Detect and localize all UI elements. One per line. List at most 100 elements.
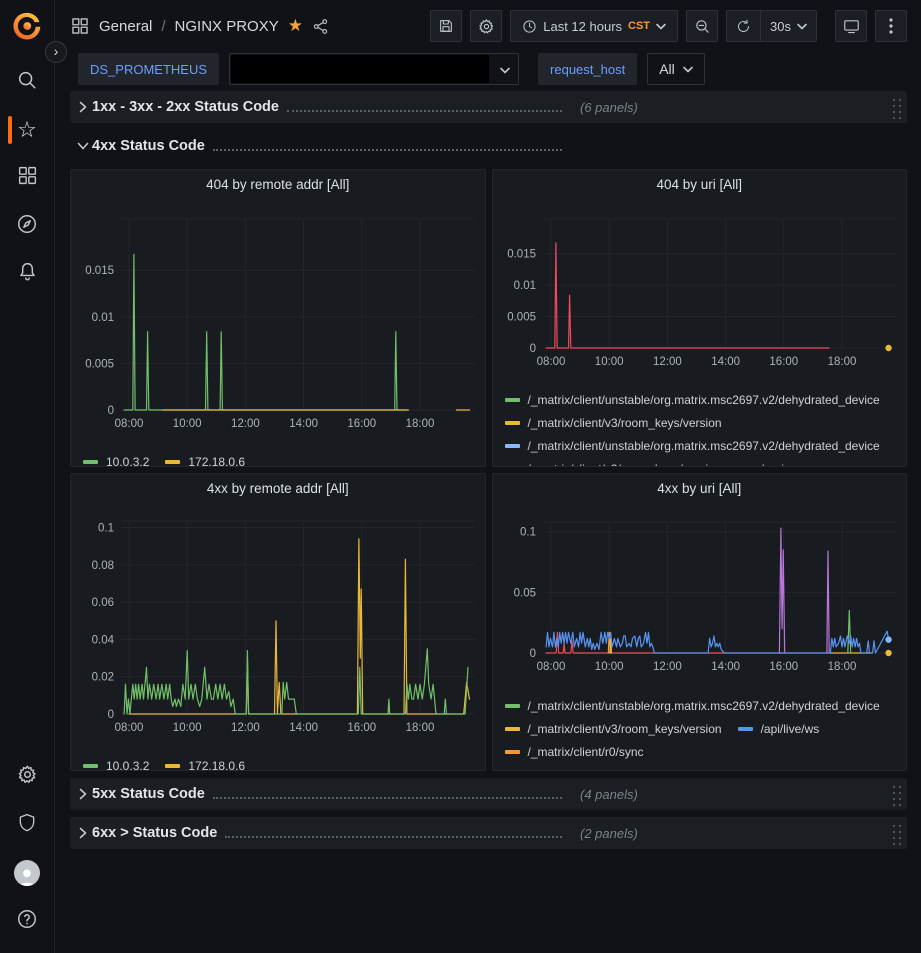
compass-icon: [16, 213, 38, 240]
sidebar-item-profile[interactable]: [0, 849, 55, 897]
more-options-button[interactable]: [875, 10, 907, 42]
sidebar-item-explore[interactable]: [0, 202, 55, 250]
favorite-star-icon[interactable]: ★: [288, 16, 303, 36]
legend-item[interactable]: /_matrix/client/v3/room_keys/version: [505, 717, 722, 740]
chevron-down-icon: [683, 66, 693, 73]
sidebar-item-dashboards[interactable]: [0, 154, 55, 202]
svg-text:18:00: 18:00: [406, 722, 435, 734]
legend-item[interactable]: /_matrix/client/r0/sync: [505, 740, 644, 763]
grafana-logo-icon[interactable]: [12, 10, 42, 42]
svg-text:10:00: 10:00: [594, 356, 623, 368]
legend-item[interactable]: /_matrix/client/unstable/org.matrix.msc2…: [505, 434, 880, 457]
legend-label: /_matrix/client/unstable/org.matrix.msc2…: [528, 768, 880, 771]
panel-title[interactable]: 4xx by uri [All]: [501, 479, 899, 499]
sidebar-item-search[interactable]: [0, 58, 55, 106]
dashboard-settings-button[interactable]: [470, 10, 502, 42]
bell-icon: [17, 261, 38, 287]
legend-item[interactable]: /_matrix/client/unstable/org.matrix.msc2…: [505, 388, 880, 411]
legend-item[interactable]: /_matrix/client/v3/room_keys/version: [505, 411, 722, 434]
legend-label: /_matrix/client/unstable/org.matrix.msc2…: [528, 699, 880, 713]
panel-4xx-by-remote-addr: 4xx by remote addr [All] 08:0010:0012:00…: [70, 473, 486, 771]
refresh-icon: [736, 19, 751, 34]
sidebar-item-help[interactable]: [0, 897, 55, 945]
legend-label: /sw.js: [761, 462, 790, 467]
sidebar-item-starred[interactable]: ☆: [0, 106, 55, 154]
legend-item[interactable]: 10.0.3.2: [83, 450, 149, 466]
legend-label: /_matrix/client/v3/room_keys/version: [528, 722, 722, 736]
sidebar-expand-button[interactable]: ›: [45, 41, 67, 63]
shield-icon: [17, 812, 37, 838]
svg-text:0.04: 0.04: [92, 634, 115, 646]
save-dashboard-button[interactable]: [430, 10, 462, 42]
sidebar-item-alerting[interactable]: [0, 250, 55, 298]
timezone-label: CST: [628, 20, 650, 32]
refresh-interval-value: 30s: [770, 19, 791, 34]
legend-item[interactable]: 172.18.0.6: [165, 754, 245, 770]
svg-text:10:00: 10:00: [173, 418, 202, 430]
row-drag-handle[interactable]: [890, 822, 901, 845]
row-panel-count: (4 panels): [580, 787, 638, 802]
chevron-down-icon: [500, 67, 510, 74]
svg-text:0.1: 0.1: [98, 523, 114, 535]
row-dotted-leader: [213, 142, 562, 151]
dashboard-row-5xx[interactable]: 5xx Status Code (4 panels): [70, 778, 907, 810]
variable-datasource-select[interactable]: [229, 53, 519, 85]
row-drag-handle[interactable]: [890, 783, 901, 806]
panel-title[interactable]: 404 by remote addr [All]: [79, 175, 477, 195]
legend-label: /_matrix/client/v3/room_keys/version: [528, 416, 722, 430]
svg-text:0.005: 0.005: [507, 312, 536, 324]
variable-host-select[interactable]: All: [647, 53, 705, 85]
svg-text:18:00: 18:00: [827, 661, 856, 673]
breadcrumb-dashboard-title[interactable]: NGINX PROXY: [175, 18, 279, 35]
share-icon[interactable]: [312, 18, 329, 35]
legend-item[interactable]: /sw.js: [738, 457, 790, 466]
svg-text:18:00: 18:00: [827, 356, 856, 368]
legend-item[interactable]: /api/live/ws: [738, 717, 820, 740]
refresh-interval-dropdown[interactable]: 30s: [760, 11, 816, 41]
sidebar-item-configuration[interactable]: [0, 753, 55, 801]
zoom-out-button[interactable]: [686, 10, 718, 42]
panel-4xx-by-uri: 4xx by uri [All] 08:0010:0012:0014:0016:…: [492, 473, 908, 771]
chart-canvas: 08:0010:0012:0014:0016:0018:0000.020.040…: [79, 499, 478, 743]
chart-4xx-by-uri: 08:0010:0012:0014:0016:0018:0000.050.1: [501, 499, 899, 688]
svg-text:14:00: 14:00: [711, 356, 740, 368]
dashboard-toolbar: Last 12 hours CST: [430, 10, 907, 42]
legend-item[interactable]: /_matrix/client/v3/room_keys/version: [505, 457, 722, 466]
svg-text:10:00: 10:00: [594, 661, 623, 673]
panel-title[interactable]: 404 by uri [All]: [501, 175, 899, 195]
chevron-right-icon: [74, 101, 92, 113]
refresh-button[interactable]: [727, 11, 760, 41]
panel-404-by-remote-addr: 404 by remote addr [All] 08:0010:0012:00…: [70, 169, 486, 467]
star-outline-icon: ☆: [17, 119, 37, 141]
breadcrumb-folder[interactable]: General: [99, 18, 152, 35]
sidebar-item-server-admin[interactable]: [0, 801, 55, 849]
svg-text:0.05: 0.05: [513, 587, 535, 599]
breadcrumb: General / NGINX PROXY ★: [70, 16, 329, 36]
dashboard-row-4xx[interactable]: 4xx Status Code: [70, 130, 907, 162]
panel-grid: 404 by remote addr [All] 08:0010:0012:00…: [70, 169, 907, 771]
row-drag-handle[interactable]: [890, 96, 901, 119]
refresh-picker: 30s: [726, 10, 817, 42]
chart-404-by-uri: 08:0010:0012:0014:0016:0018:0000.0050.01…: [501, 195, 899, 382]
legend-item[interactable]: /_matrix/client/unstable/org.matrix.msc2…: [505, 763, 880, 770]
time-range-picker[interactable]: Last 12 hours CST: [510, 10, 678, 42]
zoom-out-icon: [694, 18, 711, 35]
dashboard-row-1xx[interactable]: 1xx - 3xx - 2xx Status Code (6 panels): [70, 91, 907, 123]
svg-text:0.08: 0.08: [92, 560, 114, 572]
panel-title[interactable]: 4xx by remote addr [All]: [79, 479, 477, 499]
row-dotted-leader: [287, 103, 562, 112]
svg-text:0.1: 0.1: [520, 527, 536, 539]
legend-item[interactable]: /_matrix/client/unstable/org.matrix.msc2…: [505, 694, 880, 717]
sidebar: ☆: [0, 0, 55, 953]
legend-swatch-icon: [165, 764, 180, 768]
dashboard-row-6xx[interactable]: 6xx > Status Code (2 panels): [70, 817, 907, 849]
chevron-down-icon: [74, 142, 92, 150]
svg-text:08:00: 08:00: [536, 356, 565, 368]
legend-item[interactable]: 172.18.0.6: [165, 450, 245, 466]
row-title: 4xx Status Code: [92, 138, 205, 154]
chevron-down-icon: [656, 23, 666, 30]
tv-mode-button[interactable]: [835, 10, 867, 42]
legend-swatch-icon: [165, 460, 180, 464]
svg-text:14:00: 14:00: [711, 661, 740, 673]
legend-item[interactable]: 10.0.3.2: [83, 754, 149, 770]
